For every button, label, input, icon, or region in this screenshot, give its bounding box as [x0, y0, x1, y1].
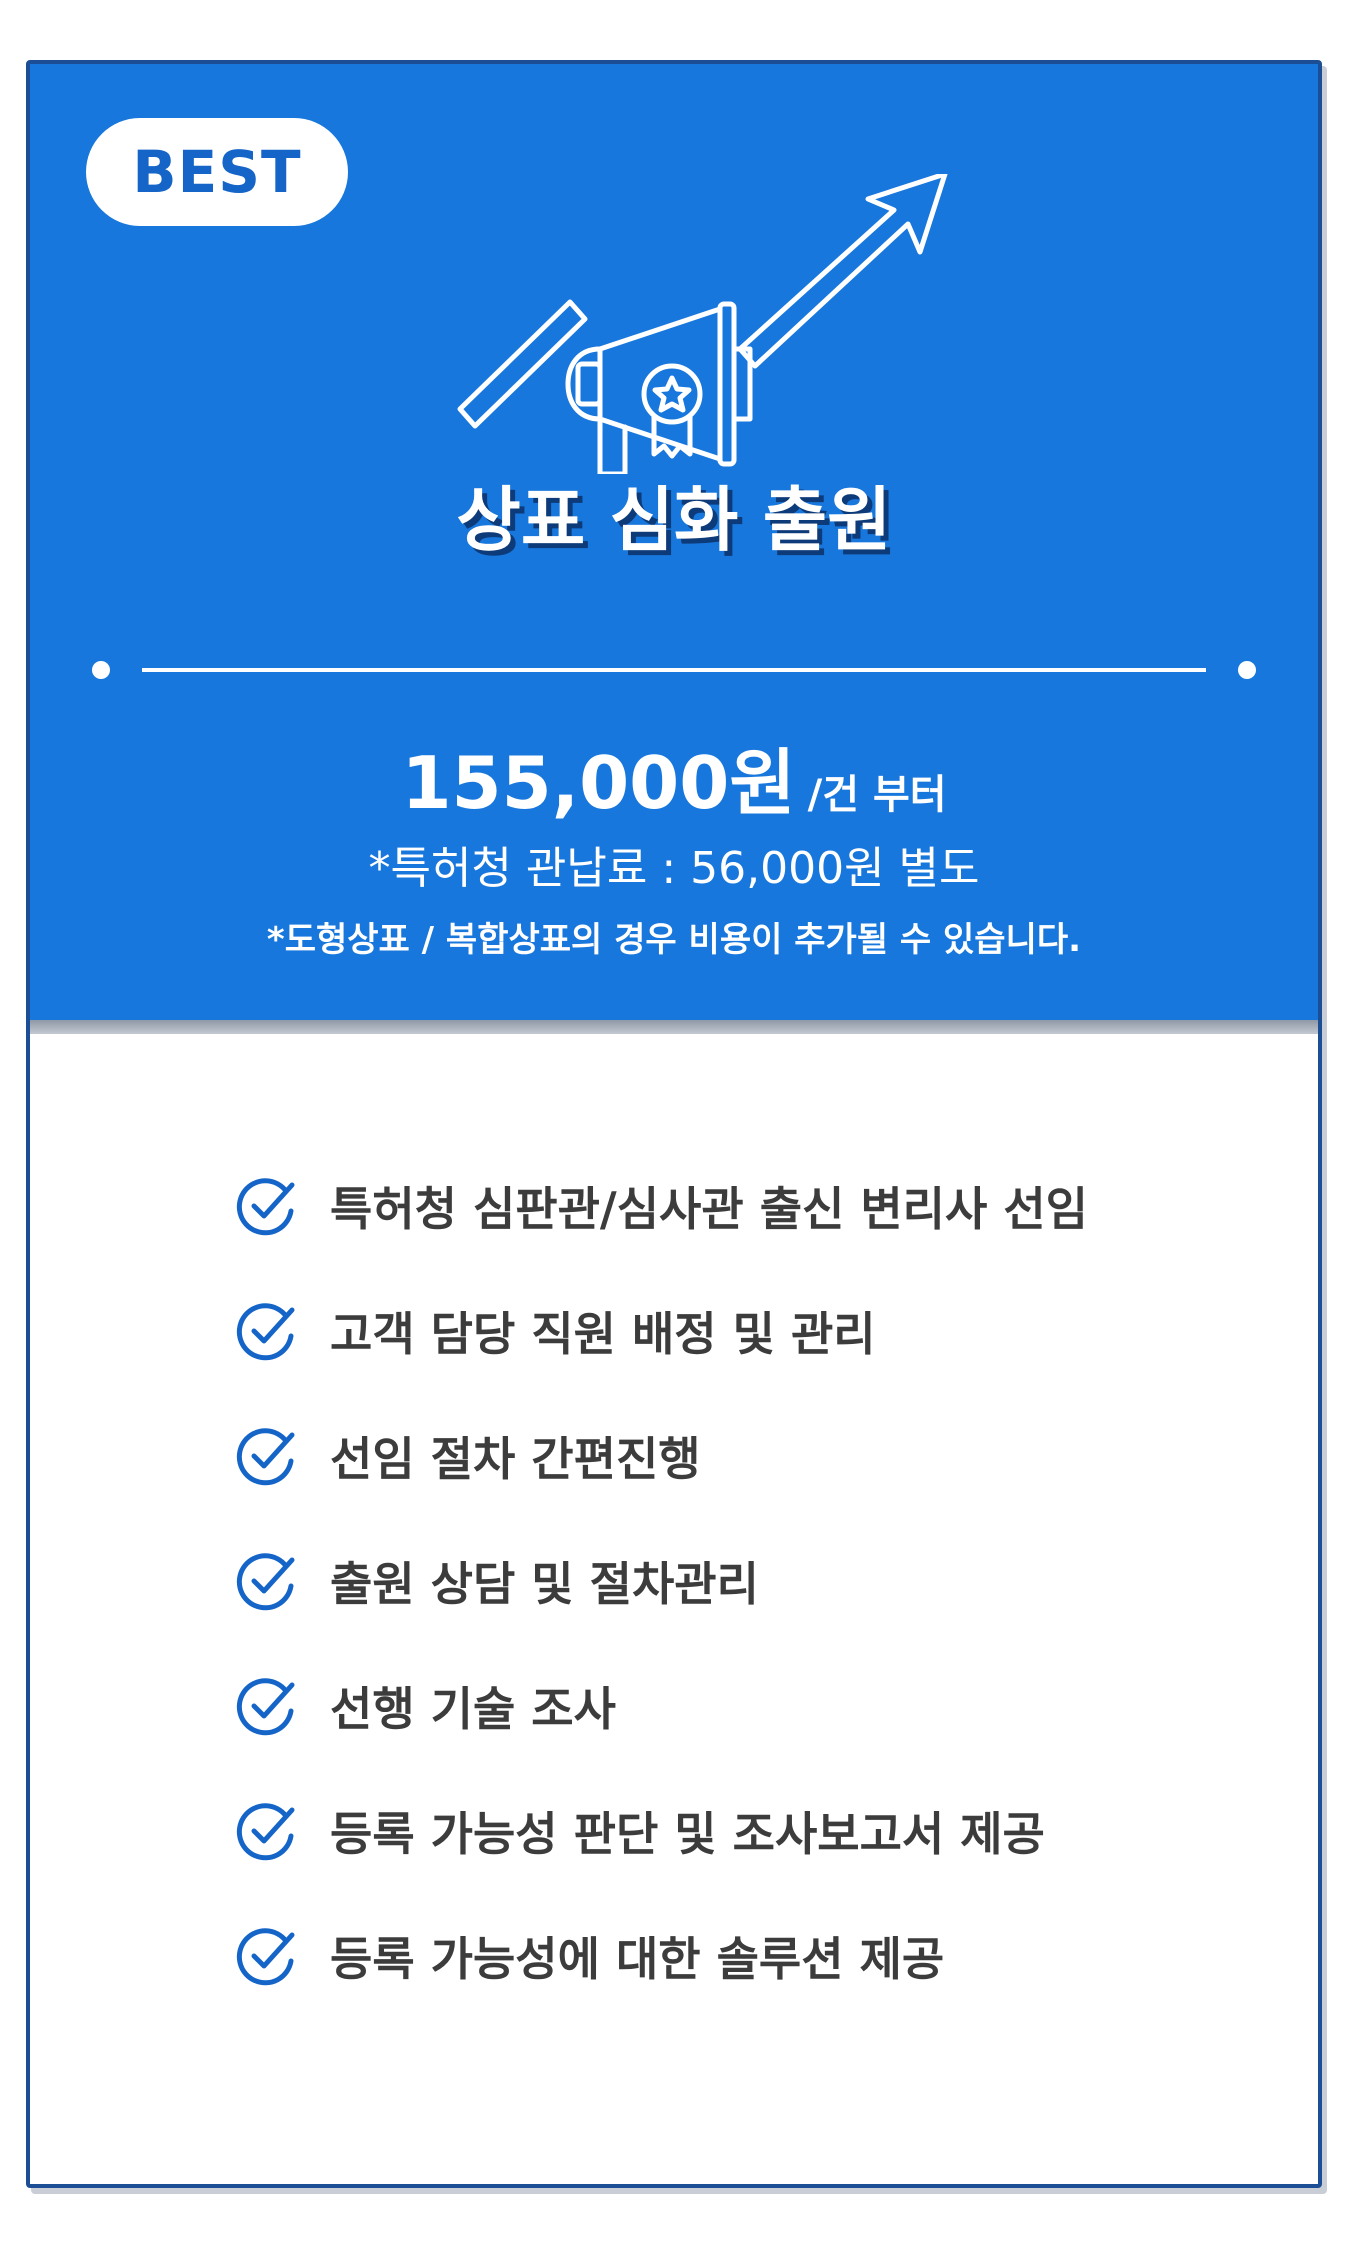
- price-unit: /건 부터: [807, 772, 947, 818]
- check-circle-icon: [236, 1553, 295, 1611]
- feature-label: 출원 상담 및 절차관리: [330, 1557, 759, 1611]
- feature-item: 등록 가능성 판단 및 조사보고서 제공: [234, 1791, 1045, 1871]
- price-amount: 155,000원: [401, 741, 796, 825]
- megaphone-growth-arrow-icon: [457, 174, 948, 474]
- check-circle-icon: [236, 1178, 295, 1236]
- check-circle-icon: [236, 1928, 295, 1986]
- feature-item: 특허청 심판관/심사관 출신 변리사 선임: [234, 1166, 1088, 1246]
- feature-label: 등록 가능성 판단 및 조사보고서 제공: [330, 1807, 1045, 1861]
- header-shadow: [30, 1020, 1318, 1034]
- check-circle-icon: [236, 1303, 295, 1361]
- feature-item: 출원 상담 및 절차관리: [234, 1541, 759, 1621]
- check-circle-icon: [236, 1678, 295, 1736]
- feature-item: 고객 담당 직원 배정 및 관리: [234, 1291, 876, 1371]
- check-circle-icon: [236, 1803, 295, 1861]
- feature-label: 선임 절차 간편진행: [330, 1432, 701, 1486]
- extra-cost-note: *도형상표 / 복합상표의 경우 비용이 추가될 수 있습니다.: [266, 920, 1082, 960]
- fee-note: *특허청 관납료 : 56,000원 별도: [368, 843, 980, 894]
- feature-label: 고객 담당 직원 배정 및 관리: [330, 1307, 876, 1361]
- pricing-card: BEST 상표 심화 출원 155,000원/건 부터 *특허청 관납료: 5…: [26, 60, 1322, 2188]
- pricing-header: BEST 상표 심화 출원 155,000원/건 부터 *특허청 관납료: 5…: [30, 64, 1318, 1020]
- feature-item: 선행 기술 조사: [234, 1666, 616, 1746]
- check-circle-icon: [236, 1428, 295, 1486]
- feature-item: 선임 절차 간편진행: [234, 1416, 701, 1496]
- divider: [92, 660, 1256, 680]
- feature-label: 선행 기술 조사: [330, 1682, 616, 1736]
- price-row: 155,000원/건 부터: [30, 724, 1318, 829]
- best-badge: BEST: [86, 118, 348, 226]
- feature-label: 특허청 심판관/심사관 출신 변리사 선임: [330, 1182, 1088, 1236]
- feature-item: 등록 가능성에 대한 솔루션 제공: [234, 1916, 944, 1996]
- plan-title: 상표 심화 출원: [456, 479, 892, 561]
- feature-label: 등록 가능성에 대한 솔루션 제공: [330, 1932, 945, 1986]
